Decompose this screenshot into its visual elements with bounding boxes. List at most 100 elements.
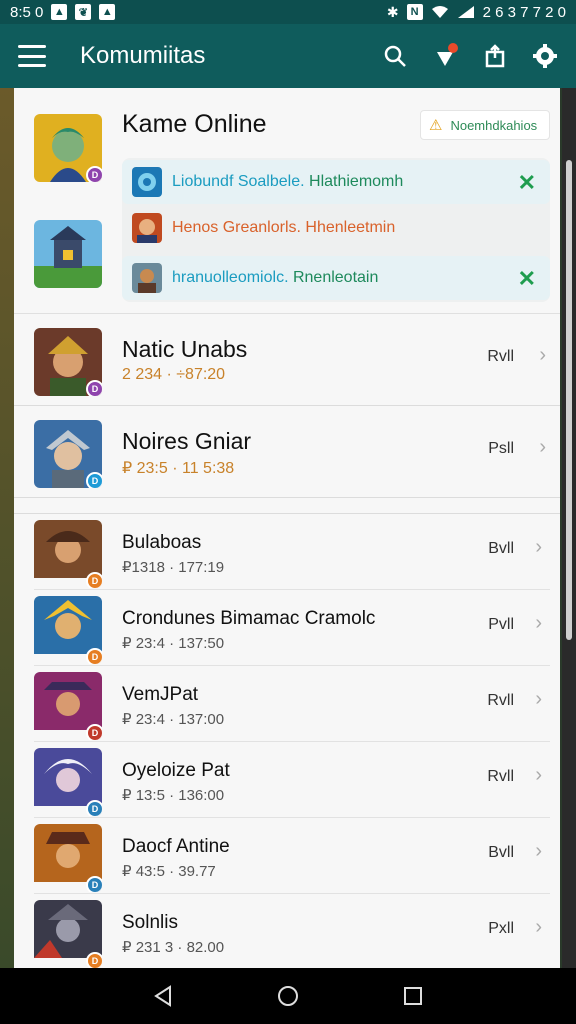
chevron-right-icon: › <box>535 840 542 862</box>
game-meta: ₽ 13:5 · 136:00 <box>122 787 225 804</box>
sub-item-icon <box>132 263 162 293</box>
game-meta: ₽1318 · 177:19 <box>122 559 225 576</box>
game-thumbnail: D <box>34 824 102 892</box>
featured-title: Kame Online <box>122 110 267 138</box>
scrollbar[interactable] <box>566 160 572 640</box>
game-row[interactable]: D Solnlis ₽ 231 3 · 82.00 Pxll › <box>34 894 550 968</box>
game-thumbnail: D <box>34 328 102 396</box>
game-meta: ₽ 23:4 · 137:00 <box>122 711 225 728</box>
game-title: Natic Unabs <box>122 336 248 362</box>
chevron-right-icon: › <box>535 764 542 786</box>
game-thumbnail: D <box>34 748 102 816</box>
search-icon[interactable] <box>382 43 408 69</box>
sub-item-icon <box>132 213 162 243</box>
sub-item-icon <box>132 167 162 197</box>
app-bar: Komumiitas <box>0 24 576 88</box>
game-thumbnail: D <box>34 900 102 968</box>
list-item[interactable]: Henos Greanlorls. Hhenleetmin <box>122 206 550 250</box>
notifications-label: Noemhdkahios <box>450 117 538 133</box>
game-badge-icon: D <box>86 380 102 396</box>
game-thumbnail: D <box>34 420 102 488</box>
game-badge-icon: D <box>86 724 102 740</box>
game-badge-icon: D <box>86 800 102 816</box>
game-row[interactable]: D Natic Unabs 2 234 · ÷87:20 Rvll › <box>14 314 560 406</box>
backdrop-left <box>0 88 14 968</box>
game-badge-icon: D <box>86 166 102 182</box>
leaf-icon: ❦ <box>75 4 92 20</box>
system-nav-bar <box>0 968 576 1024</box>
game-row[interactable]: D Noires Gniar ₽ 23:5 · 11 5:38 Psll › <box>14 406 560 498</box>
game-row[interactable]: D Oyeloize Pat ₽ 13:5 · 136:00 Rvll › <box>34 742 550 818</box>
wifi-icon <box>431 6 448 18</box>
game-title: Noires Gniar <box>122 428 252 454</box>
close-icon[interactable]: ✕ <box>518 170 536 196</box>
game-title: Solnlis <box>122 912 178 933</box>
row-action-label: Psll <box>488 440 514 457</box>
game-row[interactable]: D Crondunes Bimamac Cramolc ₽ 23:4 · 137… <box>34 590 550 666</box>
game-row[interactable]: D Bulaboas ₽1318 · 177:19 Bvll › <box>34 514 550 590</box>
close-icon[interactable]: ✕ <box>518 266 536 292</box>
game-title: Crondunes Bimamac Cramolc <box>122 608 376 629</box>
game-badge-icon: D <box>86 648 102 664</box>
game-badge-icon: D <box>86 952 102 968</box>
sub-item-text: Liobundf Soalbele. Hlathiemomh <box>172 173 404 190</box>
notification-icon: ▲ <box>99 4 116 20</box>
home-icon[interactable] <box>273 981 303 1011</box>
chevron-right-icon: › <box>535 536 542 558</box>
chevron-right-icon: › <box>535 612 542 634</box>
game-title: Oyeloize Pat <box>122 760 230 781</box>
game-badge-icon: D <box>86 876 102 892</box>
game-row[interactable]: D VemJPat ₽ 23:4 · 137:00 Rvll › <box>34 666 550 742</box>
row-action-label: Pxll <box>488 920 514 937</box>
bluetooth-icon: ✱ <box>386 3 399 20</box>
signal-icon <box>457 6 474 18</box>
game-title: Bulaboas <box>122 532 202 553</box>
row-action-label: Pvll <box>488 616 514 633</box>
sub-item-list: Liobundf Soalbele. Hlathiemomh ✕ Henos G… <box>122 158 550 302</box>
community-list: D Kame Online ⚠ Noemhdkahios Liobundf So… <box>14 88 560 968</box>
game-badge-icon: D <box>86 472 102 488</box>
row-action-label: Bvll <box>488 844 514 861</box>
chevron-right-icon: › <box>535 916 542 938</box>
row-action-label: Rvll <box>487 768 514 785</box>
row-action-label: Rvll <box>487 348 514 365</box>
game-row[interactable]: D Daocf Antine ₽ 43:5 · 39.77 Bvll › <box>34 818 550 894</box>
alert-badge <box>448 43 458 53</box>
list-item[interactable]: Liobundf Soalbele. Hlathiemomh ✕ <box>122 160 550 204</box>
game-meta: ₽ 23:5 · 11 5:38 <box>122 460 235 477</box>
game-title: Daocf Antine <box>122 836 230 857</box>
page-title: Komumiitas <box>80 42 206 69</box>
recents-icon[interactable] <box>398 981 428 1011</box>
status-right-text: 2 6 3 7 7 2 0 <box>482 3 566 21</box>
notifications-button[interactable]: ⚠ Noemhdkahios <box>420 110 550 140</box>
game-meta: ₽ 231 3 · 82.00 <box>122 939 225 956</box>
list-item[interactable]: hranuolleomiolc. Rnenleotain ✕ <box>122 256 550 300</box>
game-meta: 2 234 · ÷87:20 <box>122 366 226 383</box>
row-action-label: Bvll <box>488 540 514 557</box>
section-divider <box>14 498 560 514</box>
featured-secondary-thumbnail[interactable] <box>34 220 102 288</box>
nfc-icon: N <box>406 4 423 20</box>
image-icon: ▲ <box>51 4 68 20</box>
menu-icon[interactable] <box>18 45 46 67</box>
chevron-right-icon: › <box>535 688 542 710</box>
sub-item-text: Henos Greanlorls. Hhenleetmin <box>172 219 396 236</box>
back-icon[interactable] <box>148 981 178 1011</box>
warning-icon: ⚠ <box>429 117 443 134</box>
chevron-right-icon: › <box>539 344 546 366</box>
game-thumbnail: D <box>34 520 102 588</box>
row-action-label: Rvll <box>487 692 514 709</box>
sub-item-text: hranuolleomiolc. Rnenleotain <box>172 269 379 286</box>
settings-icon[interactable] <box>532 43 558 69</box>
featured-thumbnail[interactable]: D <box>34 114 102 182</box>
game-meta: ₽ 23:4 · 137:50 <box>122 635 225 652</box>
featured-card: D Kame Online ⚠ Noemhdkahios Liobundf So… <box>14 88 560 314</box>
share-icon[interactable] <box>482 43 508 69</box>
game-meta: ₽ 43:5 · 39.77 <box>122 863 216 880</box>
alert-icon[interactable] <box>432 43 458 69</box>
status-bar: 8:5 0 ▲ ❦ ▲ ✱ N 2 6 3 7 7 2 0 <box>0 0 576 24</box>
chevron-right-icon: › <box>539 436 546 458</box>
game-title: VemJPat <box>122 684 199 705</box>
game-thumbnail: D <box>34 672 102 740</box>
status-time: 8:5 0 <box>10 3 44 21</box>
